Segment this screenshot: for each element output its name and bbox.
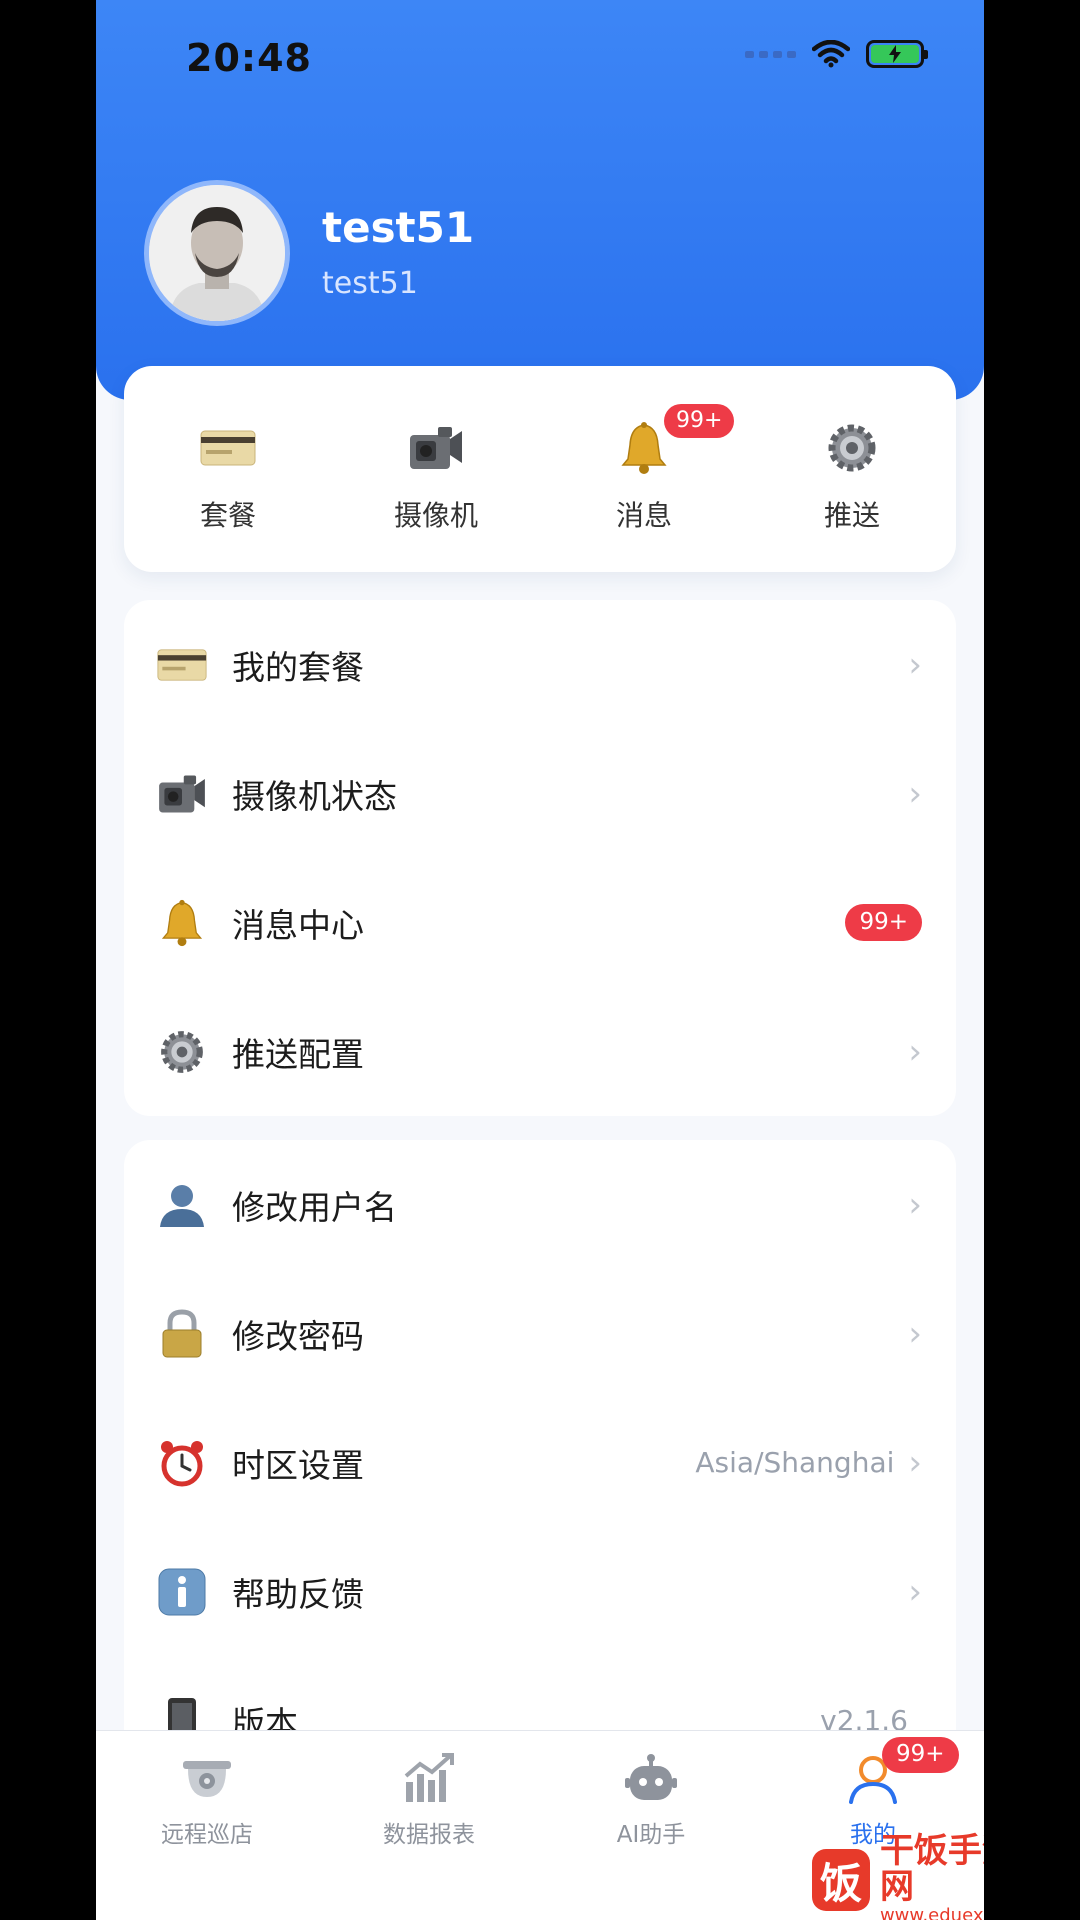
service-list: 我的套餐 › 摄像机状态 › 消息中心 99+ 推送配置 › — [124, 600, 956, 1116]
row-push-config-label: 推送配置 — [232, 1034, 364, 1074]
quick-messages[interactable]: 消息 99+ — [540, 366, 748, 572]
phone-screen: 20:48 test51 test51 套餐 摄像机 消息 99+ 推送 我的套… — [96, 0, 984, 1920]
message-center-badge: 99+ — [845, 903, 922, 942]
row-timezone-label: 时区设置 — [232, 1445, 364, 1485]
chevron-right-icon: › — [908, 773, 922, 814]
row-change-password-label: 修改密码 — [232, 1316, 364, 1356]
bell-icon — [154, 895, 210, 951]
watermark-title: 干饭手游网 — [879, 1831, 984, 1907]
signal-icon — [745, 50, 796, 58]
row-message-center[interactable]: 消息中心 99+ — [124, 858, 956, 987]
gear-icon — [154, 1024, 210, 1080]
status-time: 20:48 — [186, 36, 312, 80]
quick-messages-label: 消息 — [615, 499, 672, 532]
tab-data-report[interactable]: 数据报表 — [318, 1731, 540, 1920]
chevron-right-icon: › — [908, 1184, 922, 1225]
tab-ai-assistant-label: AI助手 — [616, 1822, 686, 1848]
row-help-feedback[interactable]: 帮助反馈 › — [124, 1527, 956, 1656]
avatar-photo — [149, 185, 285, 321]
row-change-username[interactable]: 修改用户名 › — [124, 1140, 956, 1269]
quick-push-label: 推送 — [823, 499, 880, 532]
row-my-package[interactable]: 我的套餐 › — [124, 600, 956, 729]
timezone-value: Asia/Shanghai — [695, 1446, 895, 1479]
alarm-clock-icon — [154, 1435, 210, 1491]
tab-ai-assistant[interactable]: AI助手 — [540, 1731, 762, 1920]
gear-icon — [820, 416, 884, 480]
profile-name: test51 — [322, 203, 475, 252]
status-indicators — [745, 40, 928, 68]
user-icon — [154, 1177, 210, 1233]
chart-icon — [401, 1751, 457, 1807]
row-camera-status[interactable]: 摄像机状态 › — [124, 729, 956, 858]
tab-remote-patrol[interactable]: 远程巡店 — [96, 1731, 318, 1920]
camera-icon — [404, 416, 468, 480]
quick-package[interactable]: 套餐 — [124, 366, 332, 572]
row-timezone[interactable]: 时区设置 Asia/Shanghai › — [124, 1398, 956, 1527]
row-push-config[interactable]: 推送配置 › — [124, 987, 956, 1116]
info-icon — [154, 1564, 210, 1620]
row-help-feedback-label: 帮助反馈 — [232, 1574, 364, 1614]
battery-icon — [866, 40, 928, 68]
row-my-package-label: 我的套餐 — [232, 647, 364, 687]
tab-remote-patrol-label: 远程巡店 — [161, 1822, 253, 1848]
mine-badge: 99+ — [882, 1737, 959, 1773]
quick-push[interactable]: 推送 — [748, 366, 956, 572]
lock-icon — [154, 1306, 210, 1362]
quick-camera[interactable]: 摄像机 — [332, 366, 540, 572]
profile-account: test51 — [322, 266, 418, 301]
cctv-icon — [179, 1751, 235, 1807]
chevron-right-icon: › — [908, 644, 922, 685]
tab-data-report-label: 数据报表 — [383, 1822, 475, 1848]
watermark: 饭 干饭手游网 www.eduext.com — [812, 1831, 984, 1920]
card-icon — [196, 416, 260, 480]
robot-icon — [623, 1751, 679, 1807]
avatar[interactable] — [144, 180, 290, 326]
quick-camera-label: 摄像机 — [393, 499, 478, 532]
messages-badge: 99+ — [664, 404, 735, 439]
row-message-center-label: 消息中心 — [232, 905, 364, 945]
camera-icon — [154, 766, 210, 822]
card-icon — [154, 637, 210, 693]
row-change-username-label: 修改用户名 — [232, 1187, 397, 1227]
chevron-right-icon: › — [908, 1031, 922, 1072]
row-change-password[interactable]: 修改密码 › — [124, 1269, 956, 1398]
row-camera-status-label: 摄像机状态 — [232, 776, 397, 816]
watermark-url: www.eduext.com — [879, 1905, 984, 1920]
chevron-right-icon: › — [908, 1571, 922, 1612]
chevron-right-icon: › — [908, 1442, 922, 1483]
watermark-logo: 饭 — [812, 1849, 870, 1912]
chevron-right-icon: › — [908, 1313, 922, 1354]
wifi-icon — [812, 40, 850, 68]
quick-package-label: 套餐 — [199, 499, 256, 532]
settings-list: 修改用户名 › 修改密码 › 时区设置 Asia/Shanghai › 帮助反馈… — [124, 1140, 956, 1760]
quick-actions: 套餐 摄像机 消息 99+ 推送 — [124, 366, 956, 572]
profile-header: 20:48 test51 test51 — [96, 0, 984, 400]
